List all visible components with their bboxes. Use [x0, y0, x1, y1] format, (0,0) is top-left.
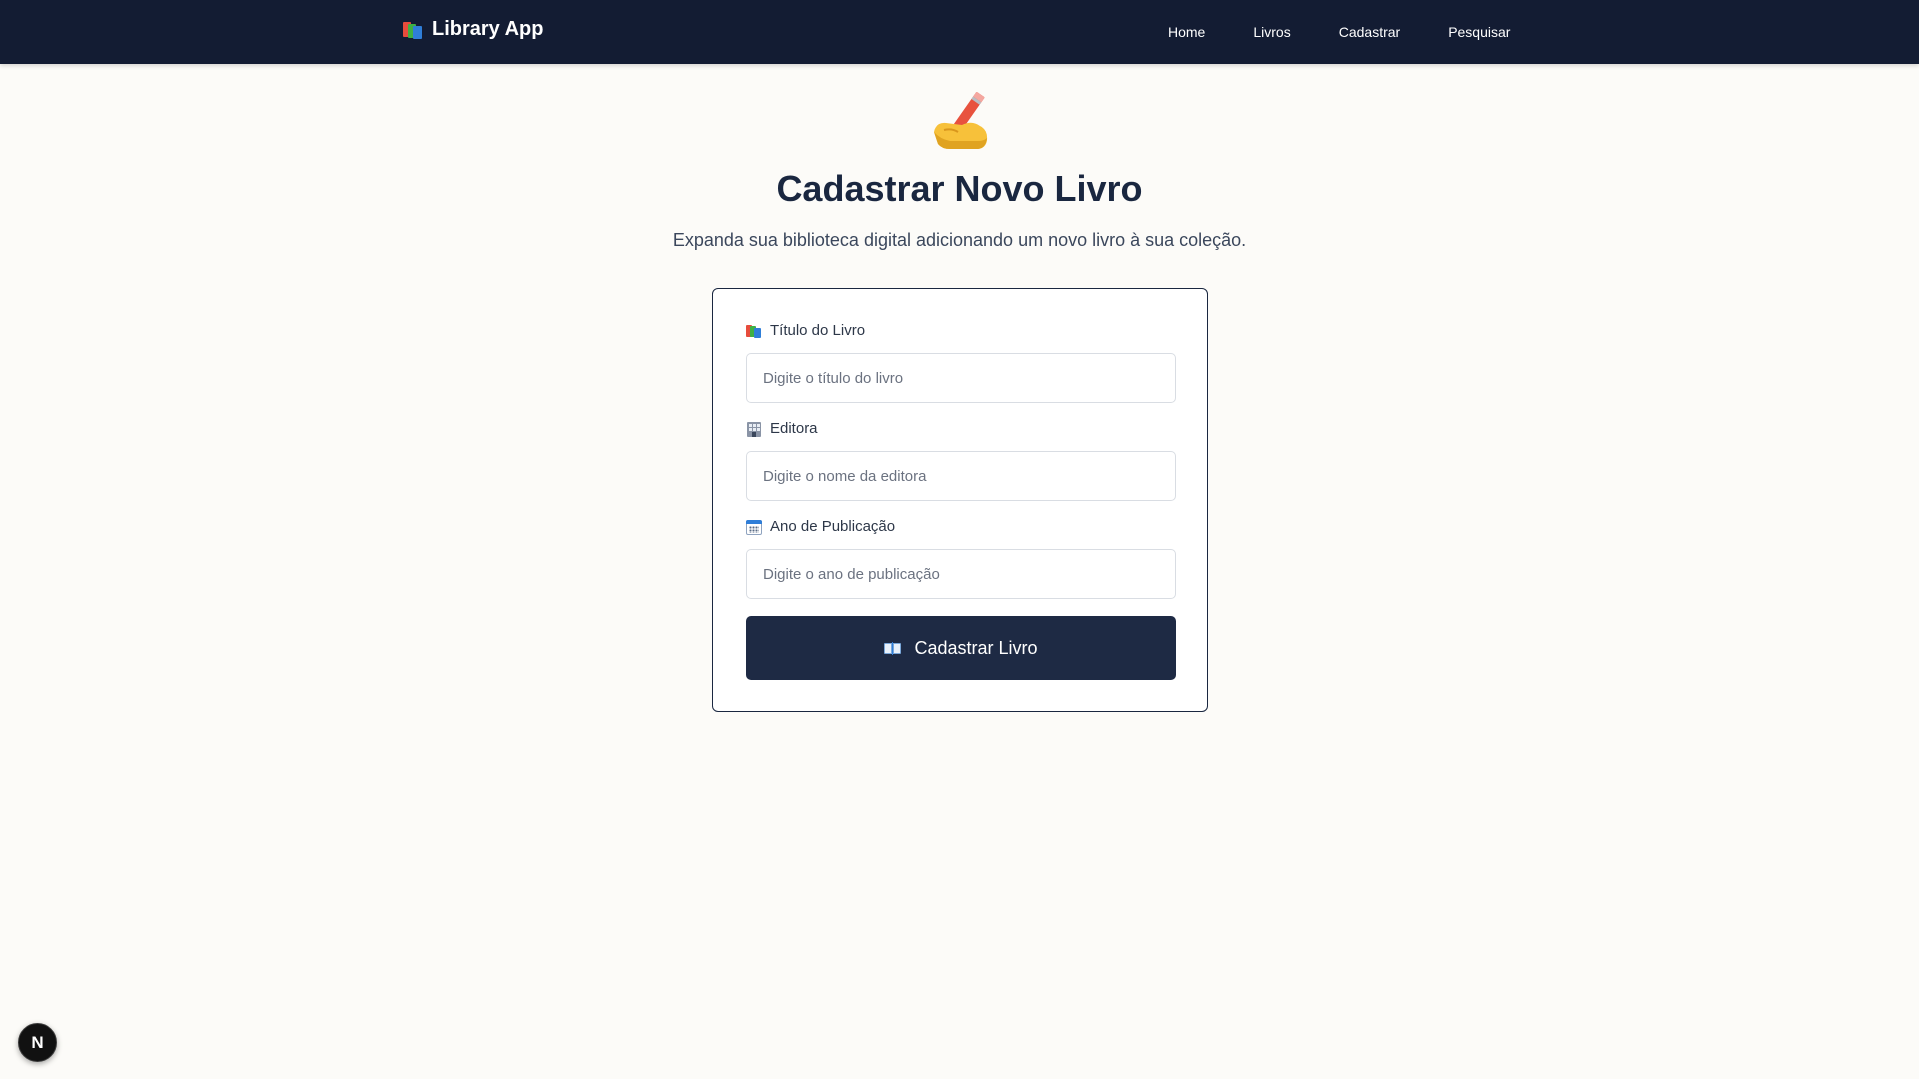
top-navbar: Library App Home Livros Cadastrar Pesqui…: [0, 0, 1919, 64]
writing-hand-icon: [934, 92, 988, 149]
open-book-icon: [884, 641, 902, 655]
nextjs-icon: N: [31, 1032, 44, 1052]
publication-year-input[interactable]: [746, 549, 1176, 599]
books-icon: [746, 324, 762, 338]
nav-link-livros[interactable]: Livros: [1229, 16, 1314, 48]
year-field-label: Ano de Publicação: [746, 518, 895, 535]
title-field-label: Título do Livro: [746, 322, 865, 339]
page-title: Cadastrar Novo Livro: [776, 168, 1143, 209]
calendar-icon: [746, 519, 762, 535]
office-building-icon: [746, 421, 762, 437]
publisher-input[interactable]: [746, 451, 1176, 501]
register-book-button-label: Cadastrar Livro: [914, 637, 1038, 658]
nav-link-cadastrar[interactable]: Cadastrar: [1315, 16, 1424, 48]
book-title-input[interactable]: [746, 353, 1176, 403]
book-register-form: Título do Livro Editora Ano de Publicaçã…: [712, 288, 1208, 712]
title-label-text: Título do Livro: [770, 322, 866, 339]
books-icon: [403, 21, 423, 39]
nav-link-pesquisar[interactable]: Pesquisar: [1424, 16, 1534, 48]
publisher-label-text: Editora: [770, 420, 818, 437]
brand-name: Library App: [432, 18, 544, 40]
year-label-text: Ano de Publicação: [770, 518, 896, 535]
nextjs-dev-indicator[interactable]: N: [18, 1023, 57, 1062]
publisher-field-label: Editora: [746, 420, 818, 437]
page-subtitle: Expanda sua biblioteca digital adicionan…: [672, 230, 1247, 250]
brand-logo-link[interactable]: Library App: [403, 18, 544, 41]
register-book-button[interactable]: Cadastrar Livro: [746, 616, 1176, 680]
nav-link-home[interactable]: Home: [1144, 16, 1229, 48]
main-nav: Home Livros Cadastrar Pesquisar: [1144, 0, 1534, 64]
